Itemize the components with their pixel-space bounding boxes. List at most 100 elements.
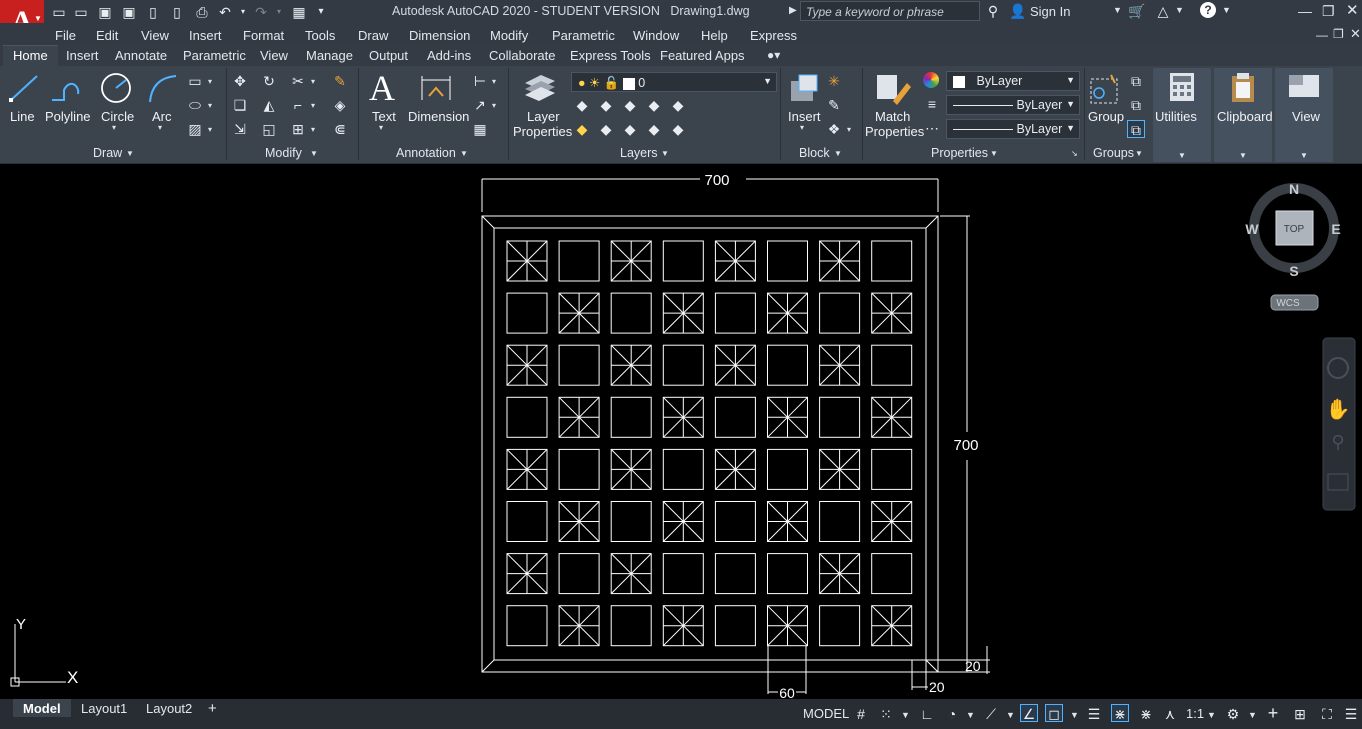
match-properties-icon[interactable] (875, 71, 911, 105)
tab-layout1[interactable]: Layout1 (81, 701, 127, 716)
workspace-dropdown-icon[interactable]: ▼ (1248, 711, 1257, 720)
clipboard-expand-icon[interactable]: ▼ (1239, 152, 1247, 160)
app-menu-chevron-icon[interactable]: ▼ (34, 14, 42, 23)
doc-close-icon[interactable]: ✕ (1350, 27, 1361, 40)
explode-icon[interactable]: ◈ (331, 96, 349, 114)
arc-button[interactable]: Arc (152, 109, 172, 124)
viewcube-top-label[interactable]: TOP (1284, 224, 1305, 235)
color-wheel-icon[interactable] (923, 72, 939, 88)
cart-icon[interactable]: 🛒 (1128, 2, 1146, 20)
rectangle-dropdown-icon[interactable]: ▾ (208, 78, 212, 86)
lineweight-dropdown[interactable]: ByLayer ▼ (946, 95, 1080, 115)
insert-button[interactable]: Insert (788, 109, 821, 124)
polar-icon[interactable]: ◔ (943, 705, 961, 723)
tab-insert[interactable]: Insert (66, 48, 99, 63)
linear-dim-icon[interactable]: ⊢ (471, 72, 489, 90)
search-expand-icon[interactable]: ▶ (789, 6, 797, 16)
units-icon[interactable]: ⊞ (1291, 705, 1309, 723)
menu-draw[interactable]: Draw (358, 28, 388, 43)
table-icon[interactable]: ▦ (471, 120, 489, 138)
clean-screen-icon[interactable]: ⛶ (1318, 705, 1336, 723)
match-properties-button[interactable]: Match (875, 109, 910, 124)
menu-tools[interactable]: Tools (305, 28, 335, 43)
trim-icon[interactable]: ✂ (289, 72, 307, 90)
layer-on-icon[interactable]: ● (578, 76, 586, 90)
block-panel-expand-icon[interactable]: ▼ (834, 150, 842, 158)
array-icon[interactable]: ⊞ (289, 120, 307, 138)
properties-panel-expand-icon[interactable]: ▼ (990, 150, 998, 158)
layer-thaw-icon[interactable]: ◆ (597, 120, 615, 138)
layers-panel-label[interactable]: Layers (620, 146, 658, 160)
sign-in-link[interactable]: Sign In (1030, 5, 1070, 18)
snap-icon[interactable]: ⁙ (877, 705, 895, 723)
tab-annotate[interactable]: Annotate (115, 48, 167, 63)
viewcube-east-label[interactable]: E (1331, 221, 1340, 237)
object-snap-dropdown-icon[interactable]: ▼ (1070, 711, 1079, 720)
linetype-icon[interactable]: ⋯ (923, 119, 941, 137)
undo-icon[interactable]: ↶ (216, 3, 234, 21)
group-icon[interactable] (1087, 71, 1121, 105)
color-dropdown-chevron-icon[interactable]: ▼ (1066, 75, 1075, 85)
new-icon[interactable]: ▭ (50, 3, 68, 21)
model-space-button[interactable]: MODEL (803, 706, 849, 721)
pan-icon[interactable]: ✋ (1326, 397, 1351, 421)
grid-icon[interactable]: # (852, 705, 870, 723)
line-icon[interactable] (8, 72, 40, 104)
zoom-icon[interactable]: ⚲ (1331, 432, 1344, 453)
utilities-expand-icon[interactable]: ▼ (1178, 152, 1186, 160)
workspace-gear-icon[interactable]: ⚙ (1224, 705, 1242, 723)
group-selection-icon[interactable]: ⧉ (1127, 120, 1145, 138)
isodraft-dropdown-icon[interactable]: ▼ (1006, 711, 1015, 720)
modify-panel-expand-icon[interactable]: ▼ (310, 150, 318, 158)
tab-model[interactable]: Model (13, 699, 71, 717)
menu-express[interactable]: Express (750, 28, 797, 43)
layer-freeze-icon[interactable]: ☀ (589, 76, 600, 90)
groups-panel-label[interactable]: Groups (1093, 146, 1134, 160)
text-dropdown-icon[interactable]: ▾ (379, 124, 383, 132)
tab-featured-apps[interactable]: Featured Apps (660, 48, 745, 63)
stretch-icon[interactable]: ⇲ (231, 120, 249, 138)
tab-view[interactable]: View (260, 48, 288, 63)
arc-dropdown-icon[interactable]: ▾ (158, 124, 162, 132)
menu-window[interactable]: Window (633, 28, 679, 43)
boundary-icon[interactable]: ▨ (186, 120, 204, 138)
menu-dimension[interactable]: Dimension (409, 28, 470, 43)
menu-format[interactable]: Format (243, 28, 284, 43)
save-icon[interactable]: ▣ (96, 3, 114, 21)
menu-help[interactable]: Help (701, 28, 728, 43)
rotate-icon[interactable]: ↻ (260, 72, 278, 90)
layer-match-icon[interactable]: ◆ (669, 96, 687, 114)
boundary-dropdown-icon[interactable]: ▾ (208, 126, 212, 134)
drawing-svg[interactable]: 700 700 20 20 60 Y X TOP N S E W WCS ✋ ⚲ (0, 166, 1362, 699)
insert-dropdown-icon[interactable]: ▾ (800, 124, 804, 132)
color-dropdown[interactable]: ByLayer ▼ (946, 71, 1080, 91)
properties-panel-label[interactable]: Properties (931, 146, 988, 160)
doc-minimize-icon[interactable]: — (1316, 29, 1328, 41)
menu-insert[interactable]: Insert (189, 28, 222, 43)
clipboard-panel[interactable]: Clipboard ▼ (1214, 68, 1273, 162)
tab-home[interactable]: Home (3, 45, 58, 66)
tab-manage[interactable]: Manage (306, 48, 353, 63)
offset-icon[interactable]: ⋐ (331, 120, 349, 138)
menu-modify[interactable]: Modify (490, 28, 528, 43)
lineweight-toggle-icon[interactable]: ☰ (1085, 705, 1103, 723)
redo-dropdown-icon[interactable]: ▾ (270, 3, 288, 21)
ribbon-toggle-icon[interactable]: ●▾ (767, 49, 780, 61)
view-expand-icon[interactable]: ▼ (1300, 152, 1308, 160)
modify-panel-label[interactable]: Modify (265, 146, 302, 160)
rectangle-icon[interactable]: ▭ (186, 72, 204, 90)
save-as-icon[interactable]: ▣ (120, 3, 138, 21)
help-dropdown-icon[interactable]: ▼ (1222, 6, 1231, 15)
block-panel-label[interactable]: Block (799, 146, 830, 160)
layer-properties-button[interactable]: Layer (527, 109, 560, 124)
trim-dropdown-icon[interactable]: ▾ (311, 78, 315, 86)
annotation-visibility-icon[interactable]: ⋇ (1111, 704, 1129, 722)
open-web-icon[interactable]: ▯ (144, 3, 162, 21)
dimension-button[interactable]: Dimension (408, 109, 469, 124)
object-snap-icon[interactable]: ◻ (1045, 704, 1063, 722)
tab-output[interactable]: Output (369, 48, 408, 63)
wcs-label[interactable]: WCS (1276, 298, 1300, 309)
match-properties-button-line2[interactable]: Properties (865, 124, 924, 139)
edit-block-icon[interactable]: ✎ (825, 96, 843, 114)
save-web-icon[interactable]: ▯ (168, 3, 186, 21)
